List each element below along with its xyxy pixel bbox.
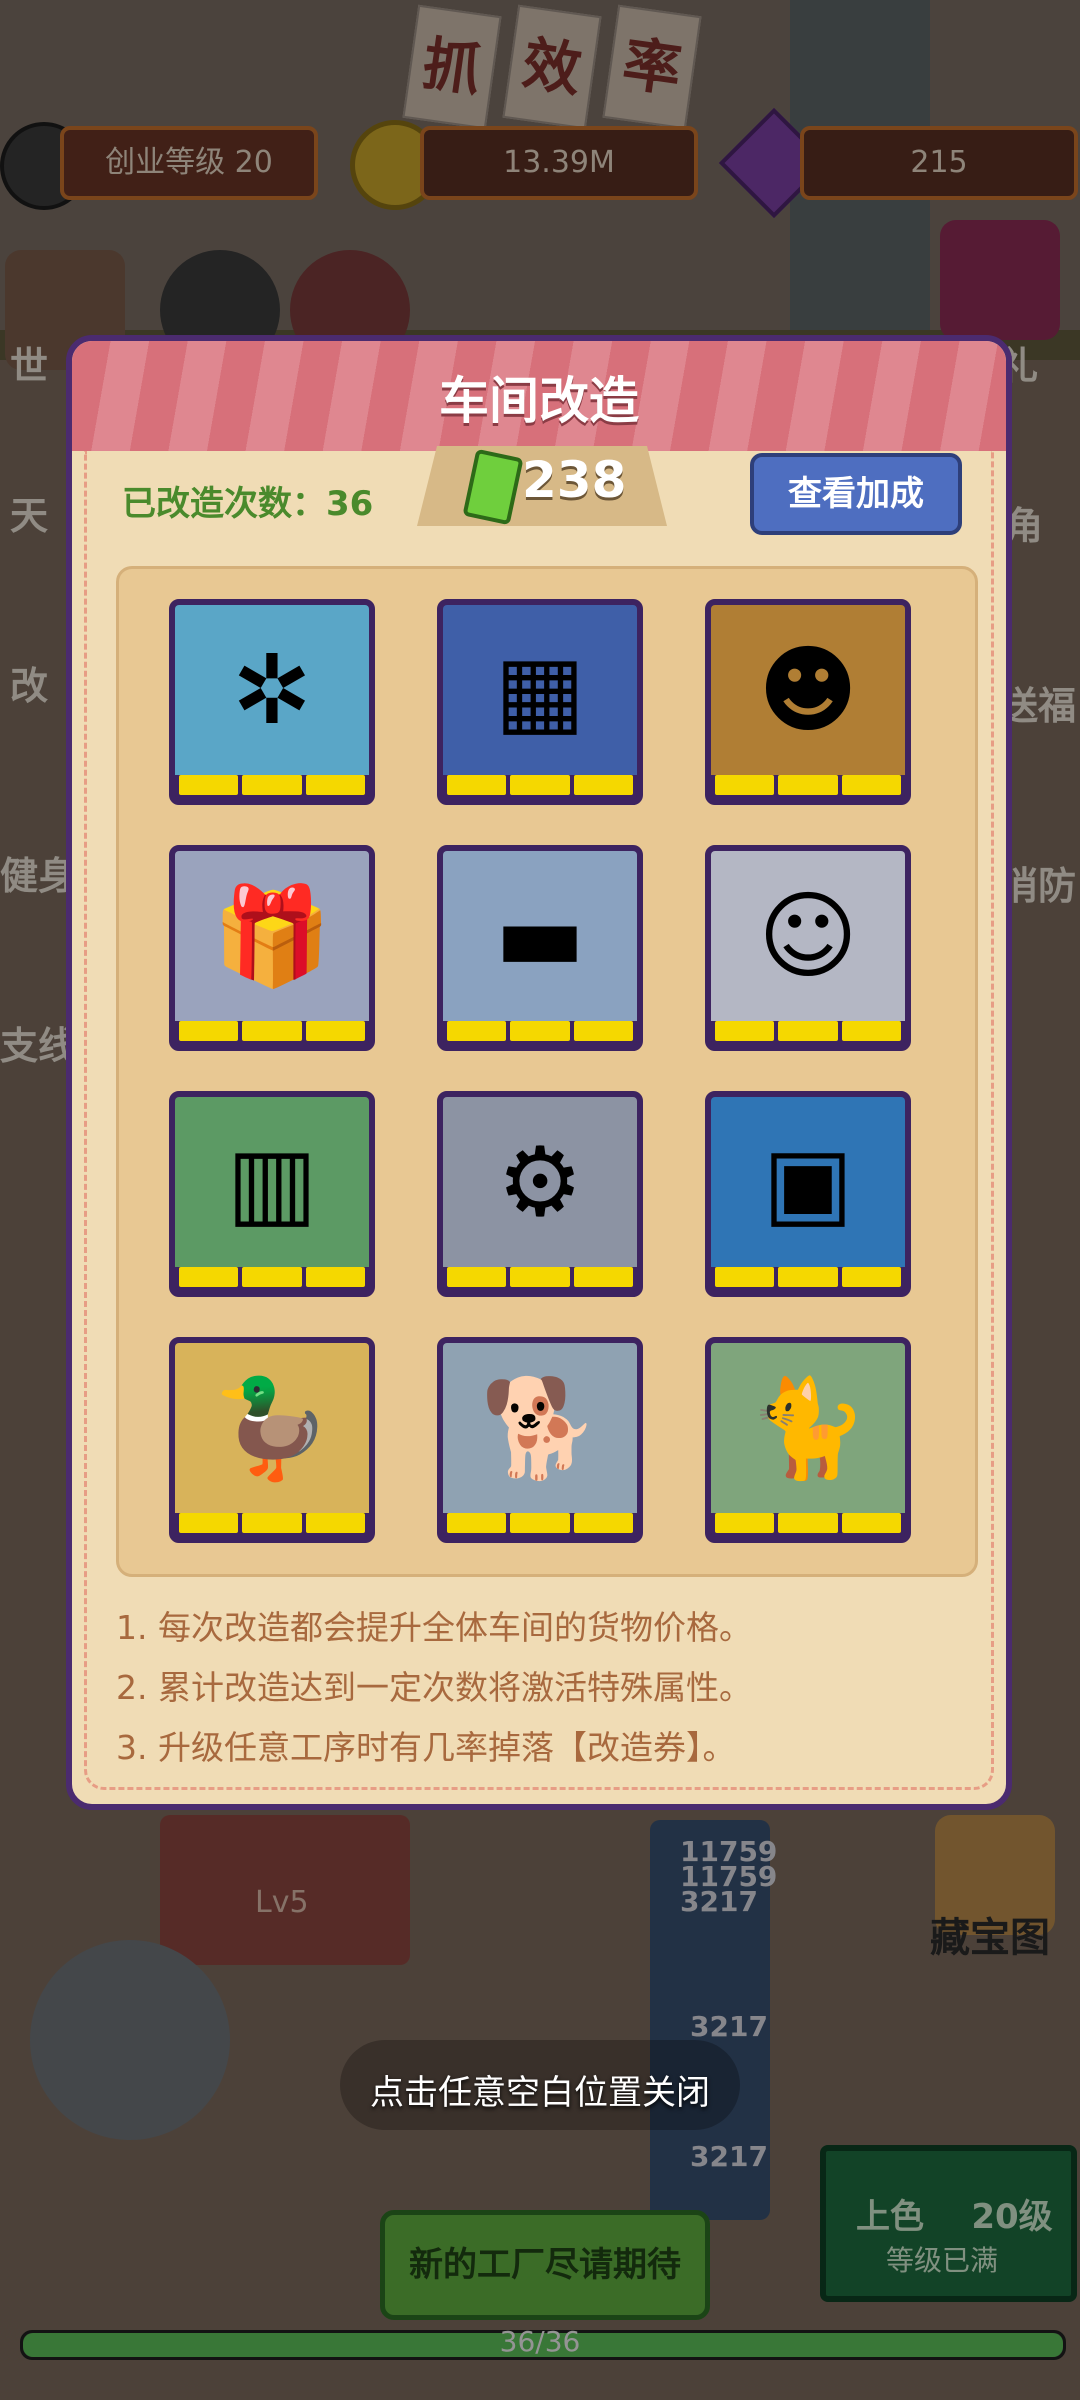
level-bar [242, 1267, 302, 1287]
cat-icon-glyph: 🐈 [748, 1372, 868, 1484]
renovation-item-forklift[interactable]: ⚙ [437, 1091, 643, 1297]
level-bar [510, 1267, 570, 1287]
level-bar [447, 1513, 507, 1533]
renovation-item-husky[interactable]: 🐕 [437, 1337, 643, 1543]
level-bar [573, 1267, 633, 1287]
level-bar [778, 1513, 838, 1533]
level-bar [841, 1513, 901, 1533]
renovation-item-machine[interactable]: ▣ [705, 1091, 911, 1297]
level-bar [179, 1267, 239, 1287]
rule-line-1: 1. 每次改造都会提升全体车间的货物价格。 [116, 1608, 752, 1647]
renovation-items-grid: ✲ ▦ ☻ 🎁 ▬ ☺ ▥ ⚙ ▣ 🦆 🐕 🐈 [116, 566, 978, 1577]
upgrade-level-bars [715, 1267, 901, 1287]
upgrade-level-bars [447, 1267, 633, 1287]
level-bar [573, 1021, 633, 1041]
upgrade-level-bars [179, 775, 365, 795]
level-bar [447, 1021, 507, 1041]
level-bar [841, 1021, 901, 1041]
level-bar [305, 1267, 365, 1287]
workshop-renovation-modal: 车间改造 已改造次数：36 238 查看加成 ✲ ▦ ☻ 🎁 ▬ ☺ ▥ ⚙ ▣ 🦆 🐕 🐈 1. 每… [66, 335, 1012, 1810]
ticket-count: 238 [522, 451, 627, 509]
level-bar [510, 1513, 570, 1533]
renovation-item-gift-box[interactable]: 🎁 [169, 845, 375, 1051]
level-bar [841, 775, 901, 795]
level-bar [778, 775, 838, 795]
renovation-item-warehouse-doors[interactable]: ▥ [169, 1091, 375, 1297]
level-bar [447, 1267, 507, 1287]
sofa-icon-glyph: ▬ [494, 880, 586, 992]
upgrade-level-bars [179, 1267, 365, 1287]
rule-line-3: 3. 升级任意工序时有几率掉落【改造券】。 [116, 1728, 736, 1767]
husky-icon-glyph: 🐕 [480, 1372, 600, 1484]
level-bar [179, 775, 239, 795]
fan-icon-glyph: ✲ [231, 634, 313, 746]
level-bar [242, 1513, 302, 1533]
renovation-item-fan[interactable]: ✲ [169, 599, 375, 805]
renovation-item-delivery-rabbit[interactable]: ☺ [705, 845, 911, 1051]
level-bar [242, 1021, 302, 1041]
cabinet-icon-glyph: ▦ [494, 634, 586, 746]
level-bar [573, 1513, 633, 1533]
upgrade-level-bars [715, 775, 901, 795]
modal-title: 车间改造 [439, 372, 639, 430]
level-bar [447, 775, 507, 795]
renovation-item-red-sofa[interactable]: ▬ [437, 845, 643, 1051]
upgrade-level-bars [715, 1021, 901, 1041]
level-bar [573, 775, 633, 795]
level-bar [242, 775, 302, 795]
upgrade-level-bars [179, 1513, 365, 1533]
level-bar [778, 1021, 838, 1041]
level-bar [715, 1267, 775, 1287]
renovation-item-duck[interactable]: 🦆 [169, 1337, 375, 1543]
level-bar [179, 1513, 239, 1533]
renovation-item-sleeping-cat[interactable]: 🐈 [705, 1337, 911, 1543]
renovation-item-rabbit-worker[interactable]: ☻ [705, 599, 911, 805]
level-bar [715, 1513, 775, 1533]
view-bonus-button[interactable]: 查看加成 [750, 453, 962, 535]
level-bar [179, 1021, 239, 1041]
gift-box-icon-glyph: 🎁 [212, 880, 332, 992]
level-bar [510, 775, 570, 795]
renovation-count-label: 已改造次数：36 [122, 484, 374, 524]
level-bar [715, 1021, 775, 1041]
renovation-item-wood-cabinet[interactable]: ▦ [437, 599, 643, 805]
upgrade-level-bars [447, 1513, 633, 1533]
machine-icon-glyph: ▣ [762, 1126, 854, 1238]
level-bar [305, 1513, 365, 1533]
rabbit-worker-icon-glyph: ☻ [757, 634, 859, 746]
level-bar [841, 1267, 901, 1287]
close-hint[interactable]: 点击任意空白位置关闭 [0, 2065, 1080, 2114]
level-bar [778, 1267, 838, 1287]
upgrade-level-bars [447, 775, 633, 795]
delivery-rabbit-icon-glyph: ☺ [757, 880, 859, 992]
upgrade-level-bars [179, 1021, 365, 1041]
level-bar [715, 775, 775, 795]
duck-icon-glyph: 🦆 [212, 1372, 332, 1484]
level-bar [510, 1021, 570, 1041]
level-bar [305, 1021, 365, 1041]
warehouse-icon-glyph: ▥ [226, 1126, 318, 1238]
rule-line-2: 2. 累计改造达到一定次数将激活特殊属性。 [116, 1668, 752, 1707]
level-bar [305, 775, 365, 795]
upgrade-level-bars [447, 1021, 633, 1041]
upgrade-level-bars [715, 1513, 901, 1533]
forklift-icon-glyph: ⚙ [496, 1126, 584, 1238]
